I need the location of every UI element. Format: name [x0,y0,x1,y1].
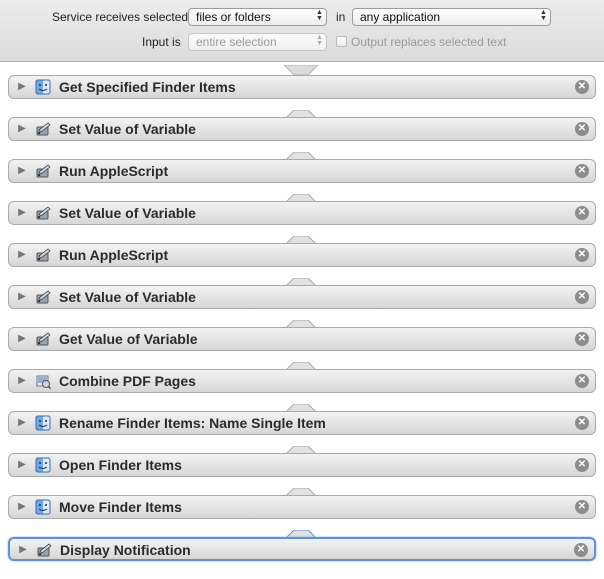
service-header: Service receives selected files or folde… [0,0,604,62]
workflow-action[interactable]: ▶ Run AppleScript ✕ [8,159,596,183]
action-title: Run AppleScript [59,247,169,263]
action-title: Get Specified Finder Items [59,79,236,95]
action-connector [282,317,320,331]
action-title: Get Value of Variable [59,331,198,347]
remove-action-icon[interactable]: ✕ [575,332,589,346]
application-popup[interactable]: any application ▲ ▼ [352,8,551,26]
disclosure-triangle-icon[interactable]: ▶ [17,123,27,135]
workflow-action[interactable]: ▶ Set Value of Variable ✕ [8,201,596,225]
disclosure-triangle-icon[interactable]: ▶ [17,459,27,471]
application-value: any application [360,10,441,24]
action-connector [282,62,320,76]
input-is-label: Input is [142,35,181,49]
disclosure-triangle-icon[interactable]: ▶ [17,81,27,93]
action-title: Open Finder Items [59,457,182,473]
finder-icon [35,499,51,515]
disclosure-triangle-icon[interactable]: ▶ [17,375,27,387]
variable-tool-icon [35,289,51,305]
output-replaces-checkbox[interactable] [336,36,347,47]
receives-type-popup[interactable]: files or folders ▲ ▼ [188,8,327,26]
remove-action-icon[interactable]: ✕ [575,374,589,388]
workflow-action[interactable]: ▶ Set Value of Variable ✕ [8,285,596,309]
variable-tool-icon [35,247,51,263]
action-connector [282,191,320,205]
action-connector [282,443,320,457]
workflow-action[interactable]: ▶ Set Value of Variable ✕ [8,117,596,141]
popup-arrows-icon: ▲ ▼ [316,34,323,47]
action-title: Set Value of Variable [59,205,196,221]
finder-icon [35,79,51,95]
remove-action-icon[interactable]: ✕ [575,122,589,136]
service-input-row: Service receives selected files or folde… [0,6,604,28]
remove-action-icon[interactable]: ✕ [575,500,589,514]
variable-tool-icon [35,331,51,347]
action-connector [282,149,320,163]
action-title: Rename Finder Items: Name Single Item [59,415,326,431]
workflow-action[interactable]: ▶ Get Value of Variable ✕ [8,327,596,351]
action-connector [282,485,320,499]
action-title: Set Value of Variable [59,289,196,305]
disclosure-triangle-icon[interactable]: ▶ [17,291,27,303]
action-title: Combine PDF Pages [59,373,196,389]
action-connector [282,107,320,121]
remove-action-icon[interactable]: ✕ [574,543,588,557]
disclosure-triangle-icon[interactable]: ▶ [17,417,27,429]
remove-action-icon[interactable]: ✕ [575,206,589,220]
workflow-action[interactable]: ▶ Run AppleScript ✕ [8,243,596,267]
disclosure-triangle-icon[interactable]: ▶ [17,249,27,261]
remove-action-icon[interactable]: ✕ [575,458,589,472]
receives-type-value: files or folders [196,10,271,24]
output-replaces-label: Output replaces selected text [351,35,507,49]
workflow-action[interactable]: ▶ Move Finder Items ✕ [8,495,596,519]
input-is-value: entire selection [196,35,277,49]
disclosure-triangle-icon[interactable]: ▶ [17,207,27,219]
popup-arrows-icon: ▲ ▼ [316,9,323,22]
action-connector [282,359,320,373]
variable-tool-icon [35,205,51,221]
remove-action-icon[interactable]: ✕ [575,80,589,94]
input-is-row: Input is entire selection ▲ ▼ Output repl… [0,31,604,53]
action-title: Display Notification [60,542,191,558]
variable-tool-icon [35,163,51,179]
action-title: Set Value of Variable [59,121,196,137]
action-title: Run AppleScript [59,163,169,179]
finder-icon [35,415,51,431]
action-connector [282,233,320,247]
workflow-action[interactable]: ▶ Combine PDF Pages ✕ [8,369,596,393]
action-connector [282,275,320,289]
disclosure-triangle-icon[interactable]: ▶ [17,501,27,513]
receives-label: Service receives selected [52,10,189,24]
remove-action-icon[interactable]: ✕ [575,290,589,304]
in-label: in [336,10,346,24]
workflow-action[interactable]: ▶ Display Notification ✕ [8,537,596,561]
remove-action-icon[interactable]: ✕ [575,248,589,262]
variable-tool-icon [35,121,51,137]
workflow-area: ▶ Get Specified Finder Items ✕ ▶ Set Value o… [0,62,604,579]
input-is-popup[interactable]: entire selection ▲ ▼ [188,33,327,51]
workflow-action[interactable]: ▶ Get Specified Finder Items ✕ [8,75,596,99]
variable-tool-icon [36,542,52,558]
preview-icon [35,373,52,390]
remove-action-icon[interactable]: ✕ [575,164,589,178]
workflow-action[interactable]: ▶ Open Finder Items ✕ [8,453,596,477]
disclosure-triangle-icon[interactable]: ▶ [17,333,27,345]
popup-arrows-icon: ▲ ▼ [540,9,547,22]
action-connector [282,527,320,541]
disclosure-triangle-icon[interactable]: ▶ [18,544,28,556]
workflow-action[interactable]: ▶ Rename Finder Items: Name Single Item ✕ [8,411,596,435]
finder-icon [35,457,51,473]
disclosure-triangle-icon[interactable]: ▶ [17,165,27,177]
action-connector [282,401,320,415]
remove-action-icon[interactable]: ✕ [575,416,589,430]
action-title: Move Finder Items [59,499,182,515]
